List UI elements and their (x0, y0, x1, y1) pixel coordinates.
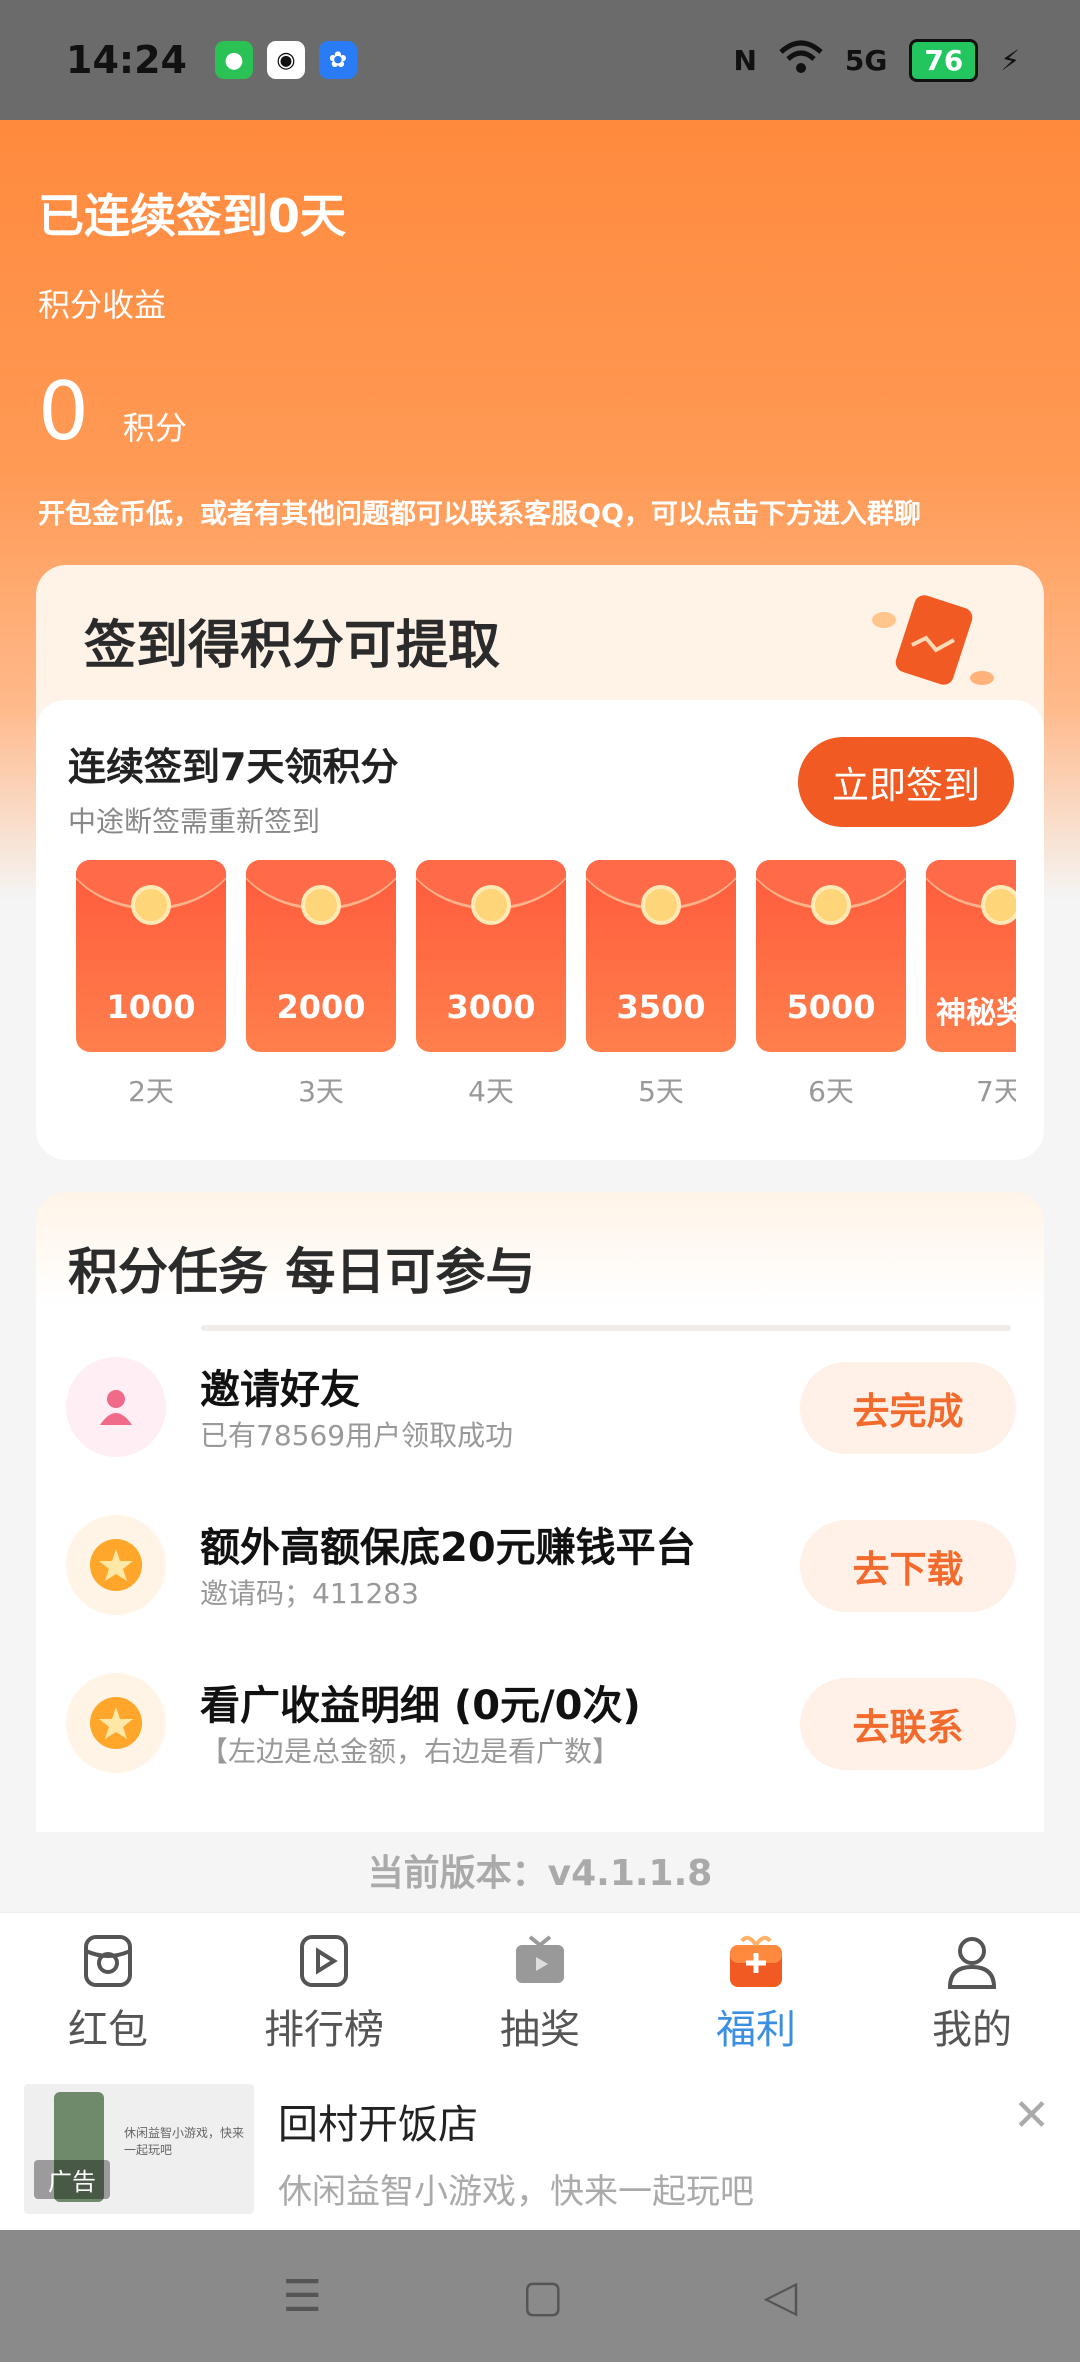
invite-user-icon (66, 1357, 166, 1457)
red-envelope-icon: 3000 (416, 860, 566, 1052)
task-contact-button[interactable]: 去联系 (800, 1678, 1016, 1770)
task-desc: 已有78569用户领取成功 (200, 1419, 514, 1452)
reward-day-item: 3000 4天 (416, 860, 566, 1110)
version-label: 当前版本：v4.1.1.8 (367, 1853, 713, 1894)
star-coin-icon (66, 1673, 166, 1773)
tab-ranking[interactable]: 排行榜 (216, 1913, 432, 2062)
task-name: 额外高额保底20元赚钱平台 (200, 1525, 696, 1571)
sign-in-button[interactable]: 立即签到 (798, 737, 1014, 827)
points-task-card: 积分任务 每日可参与 邀请好友 已有78569用户领取成功 去完成 额外高额保底… (36, 1192, 1044, 1832)
tab-label: 福利 (716, 2007, 796, 2053)
task-desc: 【左边是总金额，右边是看广数】 (200, 1735, 621, 1768)
tab-welfare[interactable]: 福利 (648, 1913, 864, 2062)
tab-red-packet[interactable]: 红包 (0, 1913, 216, 2062)
task-desc: 邀请码；411283 (200, 1577, 419, 1610)
wifi-icon (779, 40, 823, 81)
ad-badge: 广告 (34, 2160, 110, 2199)
profile-icon (947, 1937, 997, 1989)
reward-day-item: 1000 2天 (76, 860, 226, 1110)
red-envelope-icon: 1000 (76, 860, 226, 1052)
reward-day-label: 7天 (976, 1075, 1016, 1108)
ad-title: 回村开饭店 (278, 2102, 478, 2148)
reward-amount: 2000 (276, 988, 366, 1026)
status-bar: 14:24 ● ◉ ✿ N 5G 76 ⚡ (0, 0, 1080, 120)
tab-label: 排行榜 (264, 2007, 384, 2053)
reward-day-label: 4天 (468, 1075, 514, 1108)
sign-in-panel: 连续签到7天领积分 中途断签需重新签到 立即签到 1000 2天 2000 3天… (36, 700, 1044, 1160)
welfare-icon (730, 1935, 782, 1987)
task-row-ad-income: 看广收益明细 (0元/0次) 【左边是总金额，右边是看广数】 去联系 (66, 1668, 1016, 1778)
charging-icon: ⚡ (1000, 43, 1020, 77)
divider (201, 1325, 1011, 1331)
bottom-tab-bar: 红包 排行榜 抽奖 福利 我的 (0, 1912, 1080, 2062)
reward-amount: 1000 (106, 988, 196, 1026)
nfc-icon: N (733, 43, 757, 77)
task-row-invite: 邀请好友 已有78569用户领取成功 去完成 (66, 1352, 1016, 1462)
red-packet-icon (84, 1935, 132, 1987)
status-time: 14:24 (66, 38, 187, 82)
red-envelope-icon: 3500 (586, 860, 736, 1052)
tab-lottery[interactable]: 抽奖 (432, 1913, 648, 2062)
red-envelope-icon: 5000 (756, 860, 906, 1052)
star-coin-icon (66, 1515, 166, 1615)
tab-label: 我的 (932, 2007, 1012, 2053)
app-icon: ✿ (318, 41, 357, 79)
back-icon[interactable]: ◁ (764, 2271, 798, 2322)
lottery-icon (516, 1935, 564, 1983)
wechat-icon: ● (214, 41, 253, 79)
reward-day-label: 6天 (808, 1075, 854, 1108)
red-envelope-icon: 神秘奖 (926, 860, 1016, 1052)
ad-description: 休闲益智小游戏，快来一起玩吧 (278, 2172, 754, 2212)
task-complete-button[interactable]: 去完成 (800, 1362, 1016, 1454)
signal-icon: 5G (844, 43, 888, 77)
sign-heading: 连续签到7天领积分 (68, 745, 399, 789)
reward-day-item: 5000 6天 (756, 860, 906, 1110)
reward-amount: 5000 (786, 988, 876, 1026)
ad-thumbnail-text: 休闲益智小游戏，快来一起玩吧 (124, 2126, 245, 2157)
home-icon[interactable]: ▢ (522, 2271, 564, 2322)
reward-day-label: 5天 (638, 1075, 684, 1108)
task-name: 看广收益明细 (0元/0次) (200, 1683, 641, 1729)
qq-icon: ◉ (266, 41, 305, 79)
red-envelope-decoration-icon (872, 595, 994, 685)
notice-text[interactable]: 开包金币低，或者有其他问题都可以联系客服QQ，可以点击下方进入群聊 (38, 492, 921, 531)
reward-day-item: 神秘奖 7天 (926, 860, 1016, 1110)
reward-day-label: 2天 (128, 1075, 174, 1108)
task-row-download: 额外高额保底20元赚钱平台 邀请码；411283 去下载 (66, 1510, 1016, 1620)
system-nav-bar: ☰ ▢ ◁ (0, 2230, 1080, 2362)
task-download-button[interactable]: 去下载 (800, 1520, 1016, 1612)
red-envelope-icon: 2000 (246, 860, 396, 1052)
task-card-title: 积分任务 每日可参与 (68, 1243, 536, 1301)
tab-label: 红包 (68, 2007, 148, 2053)
battery-indicator: 76 (909, 38, 979, 82)
sign-hint: 中途断签需重新签到 (68, 805, 321, 838)
tab-label: 抽奖 (500, 2007, 580, 2053)
points-subtitle: 积分收益 (38, 286, 167, 324)
reward-amount: 3500 (616, 988, 706, 1026)
reward-day-item: 2000 3天 (246, 860, 396, 1110)
ad-banner[interactable]: 休闲益智小游戏，快来一起玩吧 广告 回村开饭店 休闲益智小游戏，快来一起玩吧 ✕ (0, 2062, 1080, 2230)
reward-day-item: 3500 5天 (586, 860, 736, 1110)
streak-title: 已连续签到0天 (38, 189, 347, 243)
task-name: 邀请好友 (200, 1367, 360, 1413)
reward-days-list[interactable]: 1000 2天 2000 3天 3000 4天 3500 5天 5000 6天 … (76, 860, 1016, 1120)
status-app-icons: ● ◉ ✿ (214, 41, 357, 79)
ranking-icon (300, 1935, 348, 1987)
reward-amount: 3000 (446, 988, 536, 1026)
sign-in-card: 签到得积分可提取 连续签到7天领积分 中途断签需重新签到 立即签到 1000 2… (36, 565, 1044, 1160)
close-icon[interactable]: ✕ (1013, 2090, 1050, 2141)
sign-card-title: 签到得积分可提取 (84, 616, 501, 676)
tab-profile[interactable]: 我的 (864, 1913, 1080, 2062)
points-value: 0 (38, 365, 89, 458)
reward-amount: 神秘奖 (936, 996, 1016, 1031)
reward-day-label: 3天 (298, 1075, 344, 1108)
points-unit: 积分 (122, 409, 187, 447)
menu-icon[interactable]: ☰ (283, 2271, 322, 2322)
points-display: 0 积分 (38, 365, 187, 458)
